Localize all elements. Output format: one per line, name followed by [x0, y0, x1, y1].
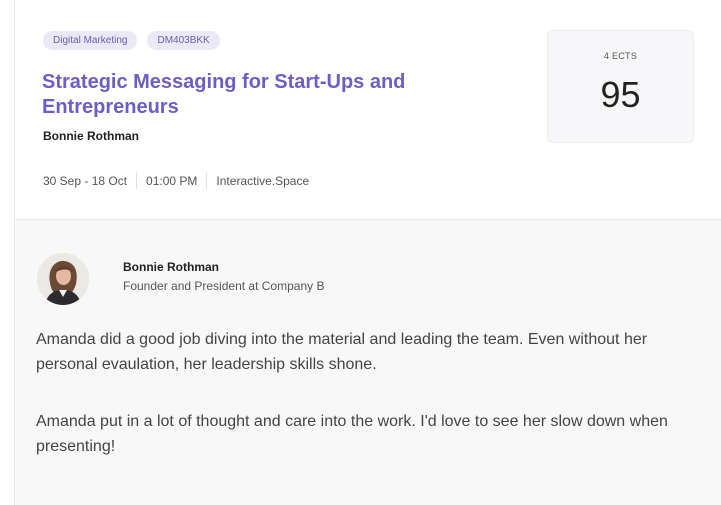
course-time: 01:00 PM — [146, 173, 198, 188]
ects-label: 4 ECTS — [603, 51, 638, 61]
course-author: Bonnie Rothman — [43, 129, 139, 143]
tag-category[interactable]: Digital Marketing — [43, 31, 138, 50]
score-box: 4 ECTS 95 — [547, 30, 694, 143]
course-location: Interactive.Space — [216, 173, 310, 188]
course-header: Digital Marketing DM403BKK Strategic Mes… — [15, 0, 721, 220]
reviewer-name: Bonnie Rothman — [123, 260, 219, 274]
tag-course-code[interactable]: DM403BKK — [147, 31, 220, 50]
course-tags: Digital Marketing DM403BKK — [43, 31, 220, 50]
meta-divider — [136, 172, 138, 189]
review-section: Bonnie Rothman Founder and President at … — [15, 220, 721, 505]
meta-divider — [206, 172, 208, 189]
review-paragraph: Amanda did a good job diving into the ma… — [36, 331, 648, 373]
reviewer-role: Founder and President at Company B — [123, 279, 325, 293]
avatar — [37, 253, 89, 305]
review-paragraph: Amanda put in a lot of thought and care … — [36, 413, 668, 455]
course-dates: 30 Sep - 18 Oct — [43, 173, 128, 188]
course-meta: 30 Sep - 18 Oct 01:00 PM Interactive.Spa… — [43, 172, 309, 189]
reviewer-avatar-image — [37, 253, 89, 305]
score-value: 95 — [600, 74, 641, 115]
course-title[interactable]: Strategic Messaging for Start-Ups and En… — [42, 70, 442, 120]
course-feedback-card: Digital Marketing DM403BKK Strategic Mes… — [14, 0, 721, 505]
